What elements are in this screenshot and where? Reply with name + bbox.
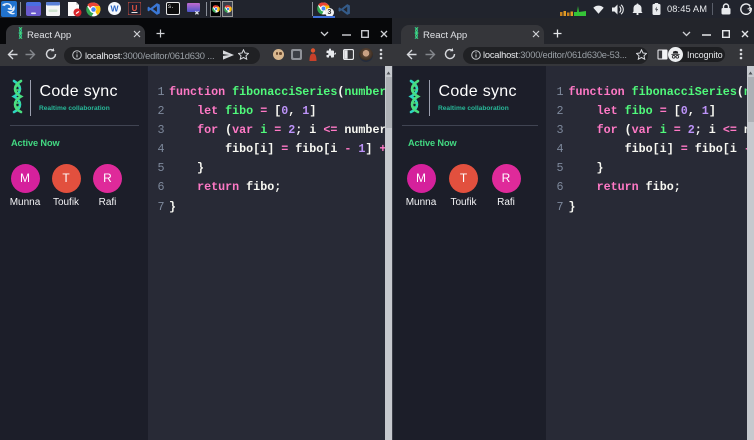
svg-text:W: W (110, 4, 119, 14)
svg-text:U: U (132, 4, 138, 13)
svg-text:S.: S. (168, 4, 174, 10)
